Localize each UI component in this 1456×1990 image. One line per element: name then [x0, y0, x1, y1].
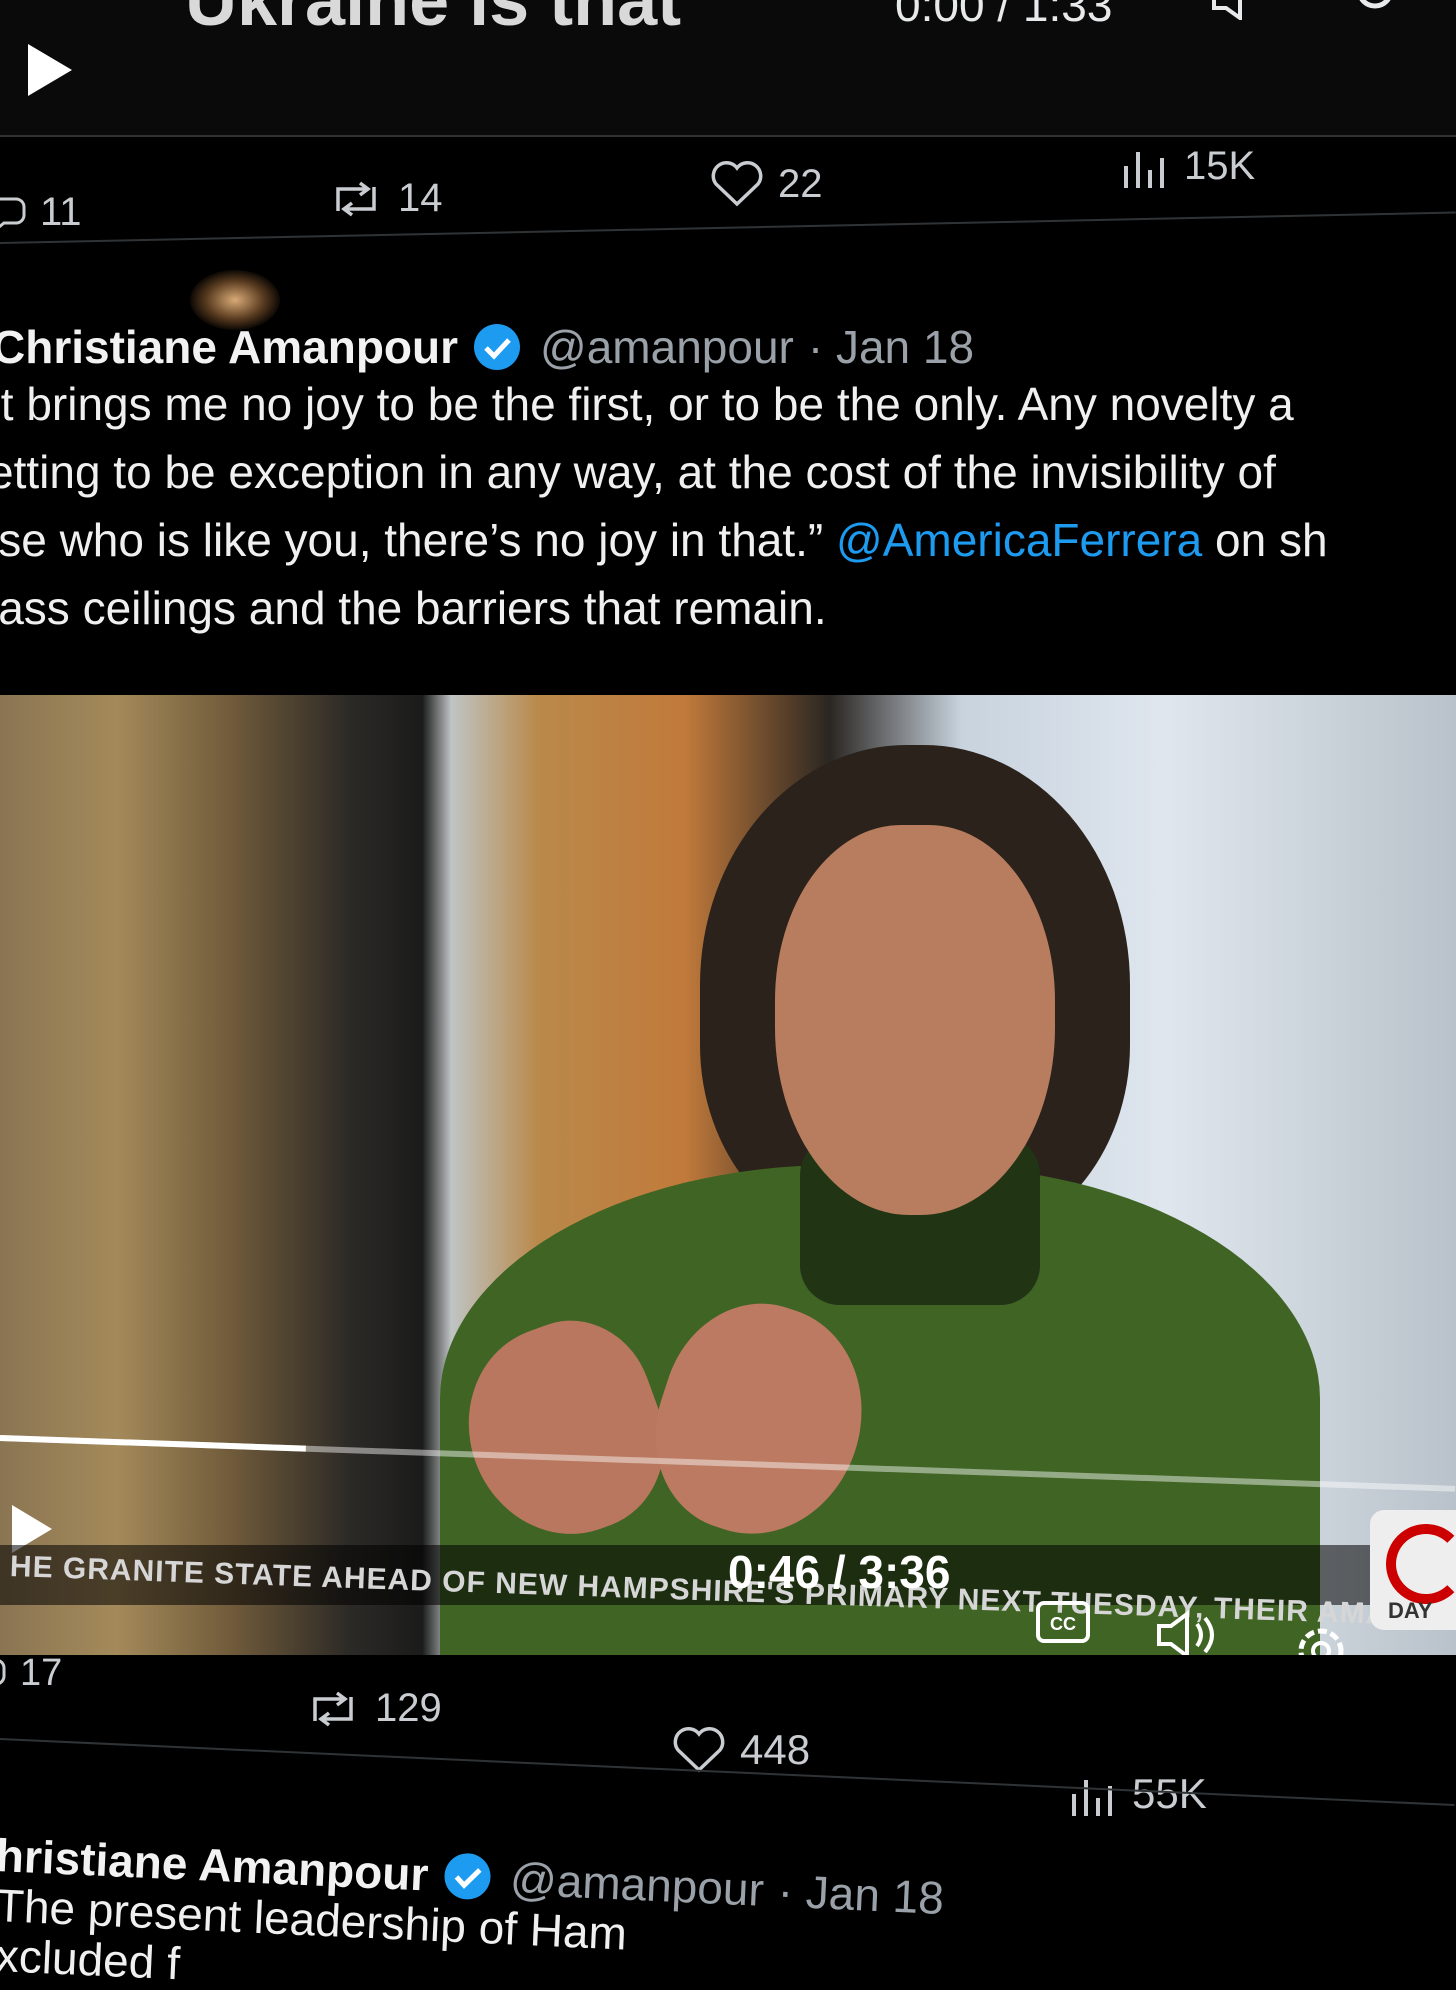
- mention-link[interactable]: @AmericaFerrera: [836, 514, 1202, 566]
- repost-icon: [313, 1691, 353, 1726]
- video-progress-fill: [0, 1435, 306, 1452]
- top-video-player[interactable]: Ukraine is that 0:00 / 1:33: [0, 0, 1456, 137]
- video-frame-face: [775, 825, 1055, 1215]
- tweet-text-line: lass ceilings and the barriers that rema…: [0, 582, 827, 634]
- tweet2-text: It brings me no joy to be the first, or …: [0, 370, 1456, 642]
- tweet-text-fragment: lse who is like you, there’s no joy in t…: [0, 514, 824, 566]
- settings-icon[interactable]: [1290, 1620, 1352, 1655]
- heart-icon: [673, 1727, 725, 1773]
- play-icon[interactable]: [28, 44, 72, 96]
- divider: [0, 211, 1456, 244]
- tweet-date[interactable]: · Jan 18: [777, 1864, 945, 1925]
- tweet-text-line: It brings me no joy to be the first, or …: [0, 378, 1294, 430]
- like-button[interactable]: 22: [710, 160, 823, 208]
- tweet-text-line: etting to be exception in any way, at th…: [0, 446, 1276, 498]
- network-logo: DAY: [1370, 1510, 1456, 1630]
- reply-button[interactable]: 17: [0, 1652, 62, 1695]
- network-logo-mark: [1386, 1524, 1456, 1604]
- tweet2-header: Christiane Amanpour @amanpour · Jan 18: [0, 320, 974, 374]
- like-count: 448: [740, 1726, 811, 1773]
- views-icon: [1124, 152, 1164, 188]
- reply-count: 11: [40, 190, 82, 234]
- author-name[interactable]: Christiane Amanpour: [0, 320, 458, 374]
- verified-badge-icon: [444, 1853, 491, 1900]
- views-icon: [1072, 1780, 1112, 1816]
- like-count: 22: [778, 161, 823, 206]
- video-time: 0:46 / 3:36: [728, 1546, 951, 1598]
- repost-count: 14: [398, 176, 443, 220]
- svg-text:CC: CC: [1050, 1614, 1076, 1634]
- settings-icon[interactable]: [1350, 0, 1400, 25]
- heart-icon: [711, 161, 763, 207]
- tweet-date[interactable]: · Jan 18: [808, 320, 974, 374]
- views-button[interactable]: 55K: [1068, 1770, 1207, 1818]
- repost-button[interactable]: 129: [305, 1686, 442, 1731]
- tweet-text-fragment: on sh: [1215, 514, 1328, 566]
- views-count: 15K: [1184, 143, 1256, 188]
- top-video-title: Ukraine is that: [185, 0, 682, 41]
- repost-count: 129: [375, 1686, 442, 1730]
- network-logo-label: DAY: [1388, 1598, 1433, 1623]
- volume-icon[interactable]: [1210, 0, 1270, 25]
- verified-badge-icon: [474, 324, 521, 370]
- like-button[interactable]: 448: [672, 1726, 810, 1774]
- tweet3-text-line: xcluded f: [0, 1929, 182, 1990]
- volume-icon[interactable]: [1155, 1610, 1225, 1655]
- reply-icon: [0, 1658, 6, 1685]
- reply-count: 17: [20, 1652, 63, 1694]
- views-button[interactable]: 15K: [1120, 142, 1255, 190]
- repost-icon: [336, 181, 376, 216]
- author-handle[interactable]: @amanpour: [540, 320, 794, 374]
- top-video-time: 0:00 / 1:33: [895, 0, 1113, 31]
- video-player[interactable]: HE GRANITE STATE AHEAD OF NEW HAMPSHIRE'…: [0, 695, 1456, 1655]
- repost-button[interactable]: 14: [328, 176, 443, 221]
- closed-captions-icon[interactable]: CC: [1035, 1600, 1091, 1649]
- tweet-text-line: lse who is like you, there’s no joy in t…: [0, 506, 1456, 574]
- reply-icon: [0, 197, 26, 228]
- reply-button[interactable]: 11: [0, 190, 82, 235]
